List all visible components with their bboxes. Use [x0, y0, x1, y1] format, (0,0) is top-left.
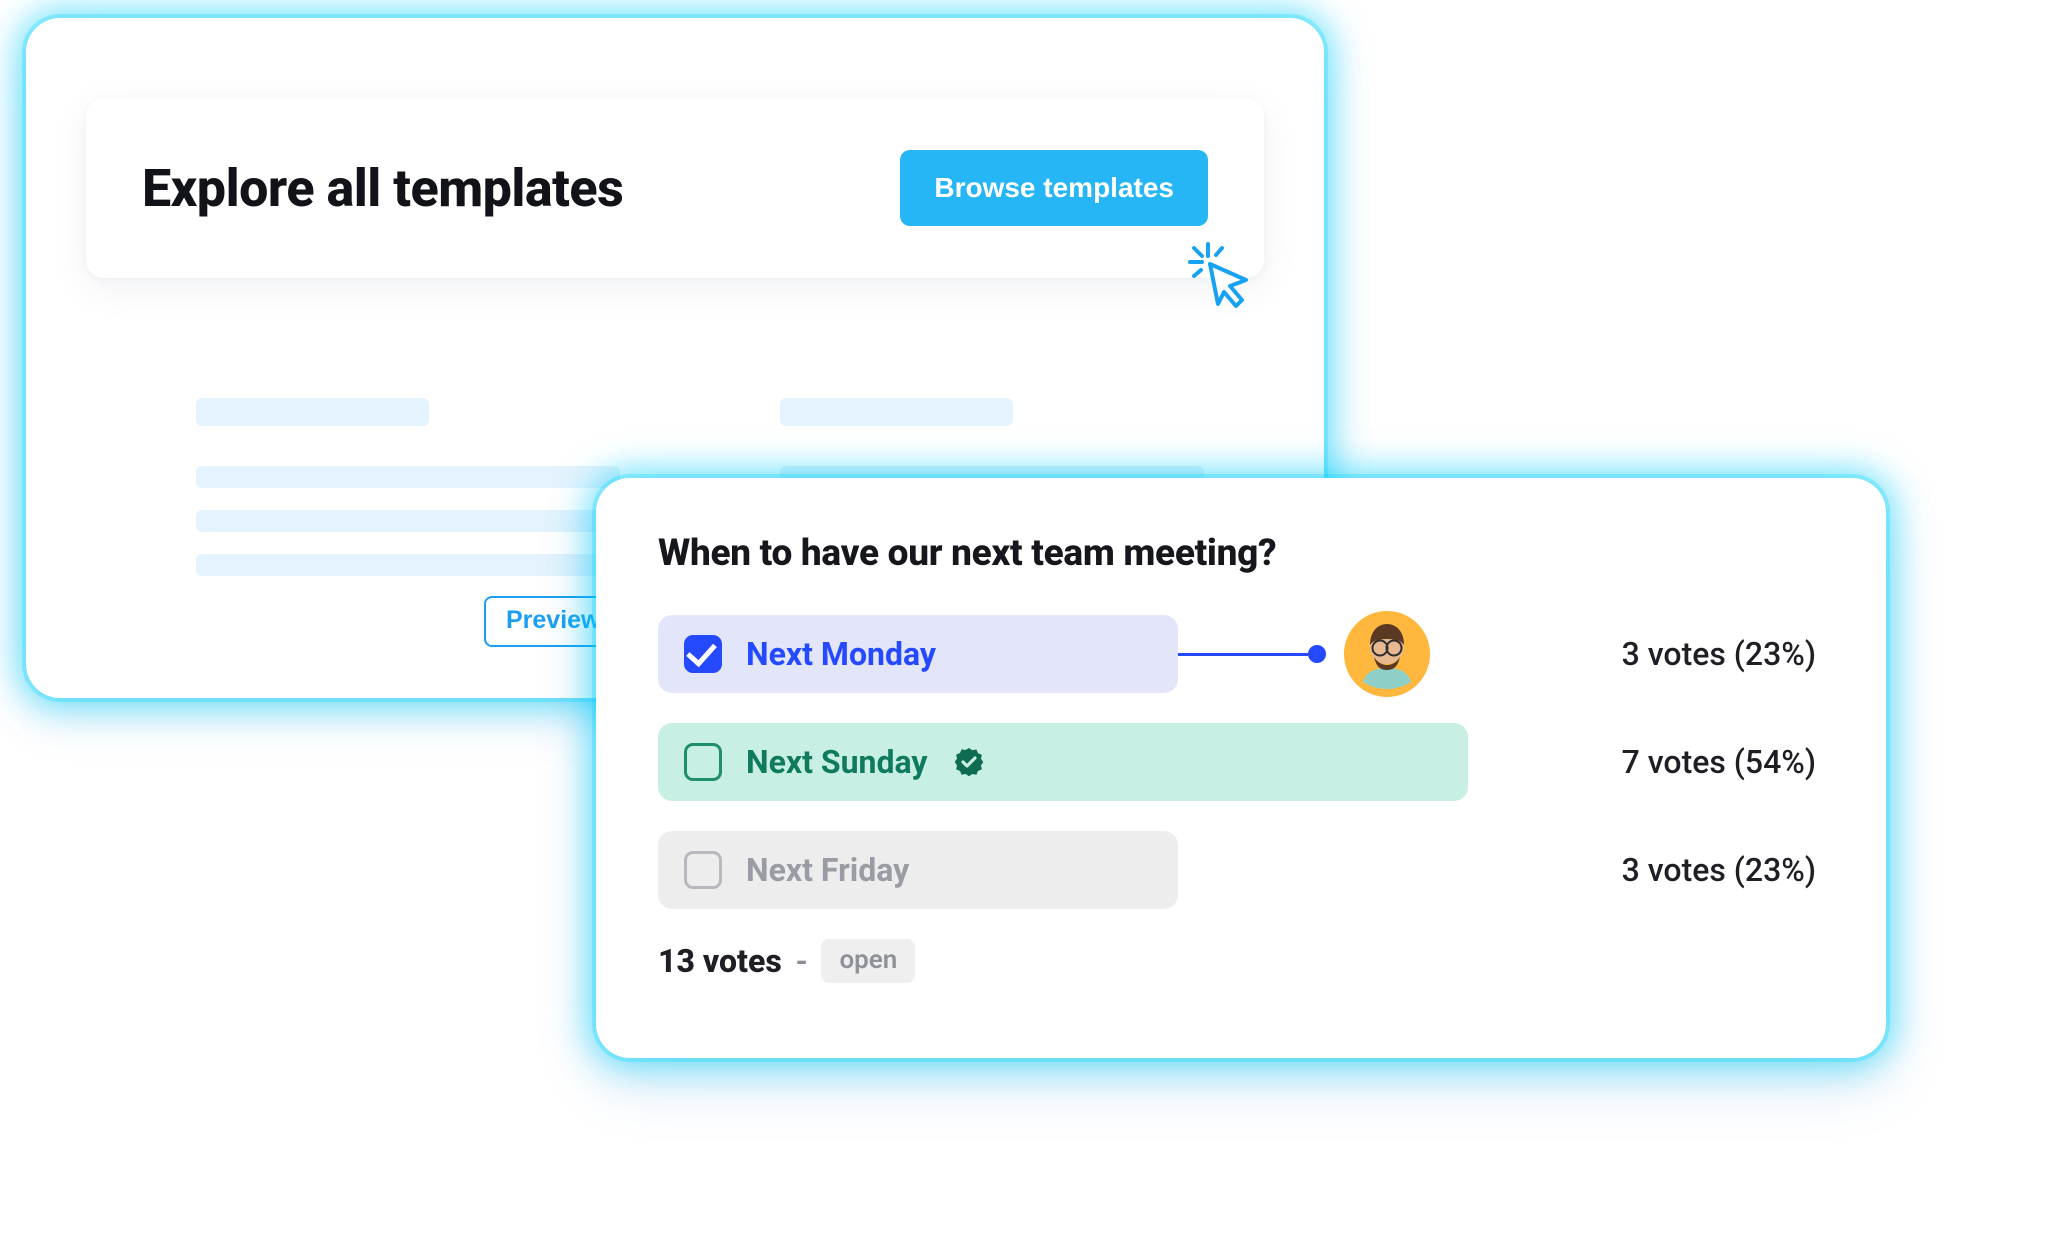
vote-connector-dot: [1308, 645, 1326, 663]
poll-option-label: Next Sunday: [746, 743, 928, 781]
voter-avatar: [1344, 611, 1430, 697]
poll-option-votes: 3 votes (23%): [1622, 851, 1816, 889]
poll-question: When to have our next team meeting?: [658, 532, 1816, 575]
poll-option-votes: 3 votes (23%): [1622, 635, 1816, 673]
vote-connector: [1178, 653, 1308, 656]
separator: -: [796, 942, 808, 980]
browse-templates-button[interactable]: Browse templates: [900, 150, 1208, 226]
poll-option[interactable]: Next Monday: [658, 615, 1178, 693]
poll-option-row: Next Friday 3 votes (23%): [658, 831, 1816, 909]
templates-header: Explore all templates Browse templates: [86, 98, 1264, 278]
poll-footer: 13 votes - open: [658, 939, 1816, 983]
poll-status-chip: open: [821, 939, 915, 983]
winner-badge-icon: [954, 747, 984, 777]
template-skeleton-card: [196, 398, 620, 598]
checkbox-unchecked-icon[interactable]: [684, 743, 722, 781]
poll-option-votes: 7 votes (54%): [1622, 743, 1816, 781]
poll-total-votes: 13 votes: [658, 942, 782, 980]
poll-option-row: Next Sunday 7 votes (54%): [658, 723, 1816, 801]
poll-card: When to have our next team meeting? Next…: [596, 478, 1886, 1058]
poll-option[interactable]: Next Sunday: [658, 723, 1468, 801]
templates-title: Explore all templates: [142, 158, 623, 219]
checkbox-checked-icon[interactable]: [684, 635, 722, 673]
poll-option-label: Next Monday: [746, 635, 936, 673]
poll-option-label: Next Friday: [746, 851, 909, 889]
poll-option-row: Next Monday 3 votes (23%): [658, 615, 1816, 693]
poll-option[interactable]: Next Friday: [658, 831, 1178, 909]
checkbox-unchecked-icon[interactable]: [684, 851, 722, 889]
